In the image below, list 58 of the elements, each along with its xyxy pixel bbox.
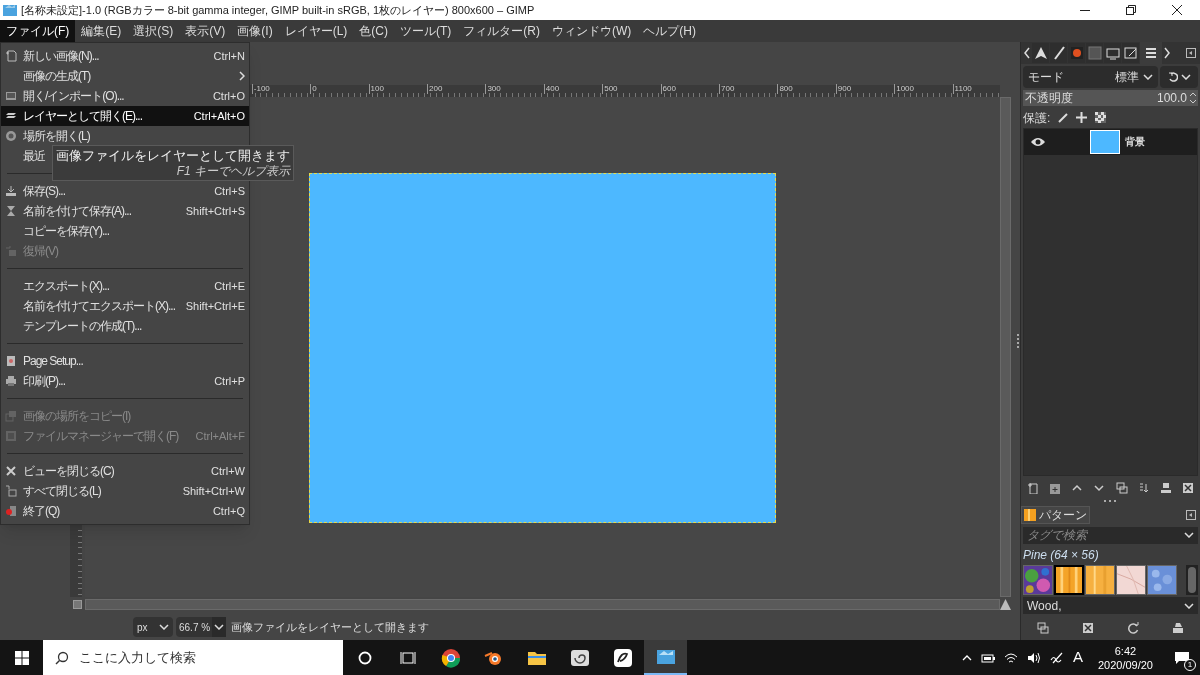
lock-label: 保護: bbox=[1023, 109, 1051, 127]
window-title: [名称未設定]-1.0 (RGBカラー 8-bit gamma integer, GIMP built-in sRGB, 1枚のレイヤー) 800x600 – GIMP bbox=[21, 2, 535, 18]
ruler-label: 1000 bbox=[894, 84, 914, 94]
pattern-name: Pine (64 × 56) bbox=[1022, 546, 1100, 564]
clock[interactable]: 6:42 2020/09/20 bbox=[1097, 643, 1153, 672]
patterns-tab[interactable]: パターン bbox=[1021, 505, 1090, 524]
menu-item[interactable]: エクスポート(X)... Ctrl+E bbox=[1, 276, 249, 296]
menu-item[interactable]: 表示(V) bbox=[179, 20, 232, 42]
menu-item[interactable]: ファイル(F) bbox=[0, 20, 76, 42]
tooltip-text: 画像ファイルをレイヤーとして開きます bbox=[56, 147, 290, 164]
menu-item[interactable]: 開く/インポート(O)... Ctrl+O bbox=[1, 86, 249, 106]
menu-item[interactable]: 名前を付けて保存(A)... Shift+Ctrl+S bbox=[1, 201, 249, 221]
ruler-label: 1100 bbox=[952, 84, 972, 94]
menu-item[interactable]: フィルター(R) bbox=[457, 20, 546, 42]
menu-item[interactable]: 印刷(P)... Ctrl+P bbox=[1, 371, 249, 391]
layer-row[interactable]: 背景 bbox=[1024, 128, 1197, 155]
menu-item[interactable]: Page Setup... bbox=[1, 351, 249, 371]
opacity-slider[interactable]: 不透明度 100.0 bbox=[1023, 90, 1198, 106]
status-message: 画像ファイルをレイヤーとして開きます bbox=[231, 619, 430, 635]
menu-item[interactable]: ヘルプ(H) bbox=[637, 20, 702, 42]
ruler-label: 400 bbox=[543, 84, 560, 94]
menu-item[interactable]: 終了(Q) Ctrl+Q bbox=[1, 501, 249, 521]
ruler-label: 600 bbox=[660, 84, 676, 94]
menu-item[interactable]: ツール(T) bbox=[394, 20, 458, 42]
menu-item[interactable]: 画像(I) bbox=[231, 20, 279, 42]
tag-field[interactable]: Wood, bbox=[1023, 597, 1198, 615]
menu-item[interactable]: ウィンドウ(W) bbox=[546, 20, 638, 42]
menu-item[interactable]: レイヤー(L) bbox=[278, 20, 354, 42]
mode-dropdown[interactable]: モード 標準 bbox=[1023, 66, 1158, 88]
tag-search-field[interactable]: タグで検索 bbox=[1023, 526, 1198, 544]
zoom-dropdown[interactable]: 66.7 % bbox=[176, 617, 227, 637]
menu-item[interactable]: 画像の生成(T) bbox=[1, 66, 249, 86]
menu-item[interactable]: 編集(E) bbox=[75, 20, 128, 42]
notification-button[interactable]: 1 bbox=[1168, 647, 1196, 668]
menu-item[interactable]: 保存(S)... Ctrl+S bbox=[1, 181, 249, 201]
ruler-label: -100 bbox=[251, 84, 270, 94]
taskbar-search-field[interactable]: ここに入力して検索 bbox=[43, 640, 343, 675]
ruler-label: 700 bbox=[719, 84, 735, 94]
menu-item[interactable]: コピーを保存(Y)... bbox=[1, 221, 249, 241]
unit-dropdown[interactable]: px bbox=[133, 617, 173, 637]
ruler-label: 300 bbox=[485, 84, 501, 94]
menu-item[interactable]: テンプレートの作成(T)... bbox=[1, 316, 249, 336]
menu-item[interactable]: すべて閉じる(L) Shift+Ctrl+W bbox=[1, 481, 249, 501]
menu-item[interactable]: ビューを閉じる(C) Ctrl+W bbox=[1, 461, 249, 481]
menu-item[interactable]: 新しい画像(N)... Ctrl+N bbox=[1, 46, 249, 66]
ruler-label: 800 bbox=[777, 84, 793, 94]
menu-item[interactable]: 選択(S) bbox=[127, 20, 180, 42]
menu-item[interactable]: レイヤーとして開く(E)... Ctrl+Alt+O bbox=[1, 106, 249, 126]
ime-indicator[interactable]: A bbox=[1072, 646, 1083, 669]
ruler-label: 200 bbox=[427, 84, 443, 94]
menu-item[interactable]: 名前を付けてエクスポート(X)... Shift+Ctrl+E bbox=[1, 296, 249, 316]
tooltip-hint: F1 キーでヘルプ表示 bbox=[176, 164, 290, 179]
ruler-label: 100 bbox=[368, 84, 384, 94]
ruler-label: 900 bbox=[835, 84, 852, 94]
ruler-label: 0 bbox=[310, 84, 317, 94]
menu-item[interactable]: 場所を開く(L) bbox=[1, 126, 249, 146]
menu-item[interactable]: 色(C) bbox=[353, 20, 394, 42]
ruler-label: 500 bbox=[602, 84, 618, 94]
